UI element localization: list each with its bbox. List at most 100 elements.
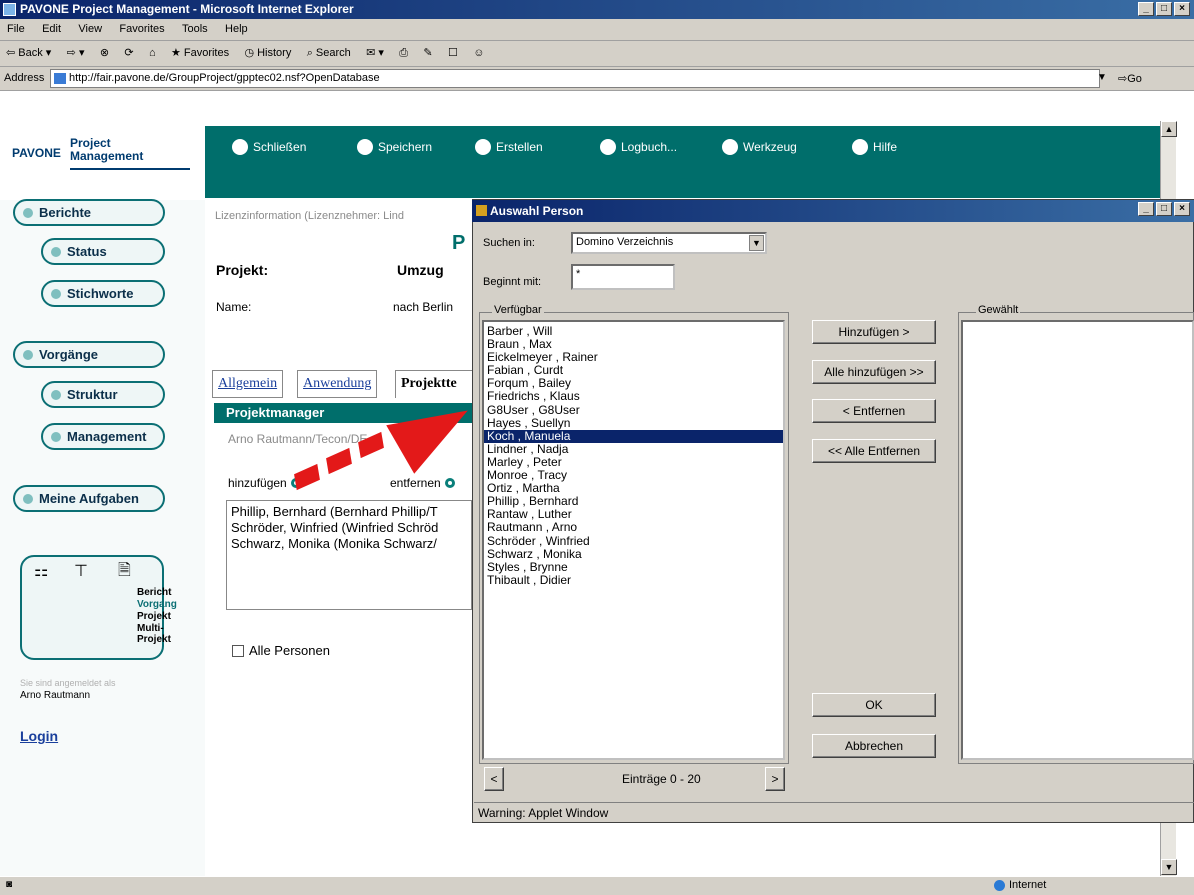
- top-action-bar: [205, 126, 1160, 198]
- dialog-minimize-button[interactable]: _: [1138, 202, 1154, 216]
- nav-stichworte[interactable]: Stichworte: [41, 280, 165, 307]
- menu-view[interactable]: View: [71, 19, 109, 39]
- chevron-down-icon[interactable]: ▼: [749, 235, 764, 251]
- maximize-button[interactable]: □: [1156, 2, 1172, 16]
- ok-button[interactable]: OK: [812, 693, 936, 717]
- minimize-button[interactable]: _: [1138, 2, 1154, 16]
- list-item-selected[interactable]: Koch , Manuela: [484, 429, 783, 443]
- remove-all-button[interactable]: << Alle Entfernen: [812, 439, 936, 463]
- refresh-icon[interactable]: ⟳: [118, 41, 139, 64]
- close-button[interactable]: ×: [1174, 2, 1190, 16]
- edit-icon[interactable]: ✎: [417, 41, 438, 64]
- prev-page-button[interactable]: <: [484, 767, 504, 791]
- forward-button[interactable]: ⇨ ▾: [61, 41, 91, 64]
- back-button[interactable]: ⇦ Back ▾: [0, 41, 57, 64]
- view-projekt[interactable]: Projekt: [137, 611, 171, 622]
- beginnt-input[interactable]: *: [571, 264, 675, 290]
- suchen-select[interactable]: Domino Verzeichnis ▼: [571, 232, 767, 254]
- address-input[interactable]: http://fair.pavone.de/GroupProject/gppte…: [50, 69, 1100, 88]
- werkzeug-button[interactable]: Werkzeug: [722, 139, 797, 155]
- stop-icon[interactable]: ⊗: [94, 41, 115, 64]
- go-button[interactable]: ⇨Go: [1118, 72, 1142, 85]
- cancel-button[interactable]: Abbrechen: [812, 734, 936, 758]
- menu-help[interactable]: Help: [218, 19, 255, 39]
- mail-icon[interactable]: ✉ ▾: [360, 41, 390, 64]
- remove-button[interactable]: < Entfernen: [812, 399, 936, 423]
- add-member-link[interactable]: hinzufügen: [228, 476, 301, 490]
- beginnt-value: *: [576, 268, 581, 280]
- hilfe-button[interactable]: Hilfe: [852, 139, 897, 155]
- view-bericht[interactable]: Bericht: [137, 587, 171, 598]
- list-item[interactable]: Hayes , Suellyn: [484, 416, 783, 430]
- nav-struktur-label: Struktur: [67, 387, 118, 402]
- print-icon[interactable]: ⎙: [393, 42, 414, 65]
- list-item[interactable]: Schwarz , Monika: [484, 547, 783, 561]
- nav-vorgaenge-label: Vorgänge: [39, 347, 98, 362]
- tab-anwendung[interactable]: Anwendung: [297, 370, 378, 398]
- list-item[interactable]: Friedrichs , Klaus: [484, 390, 783, 403]
- alle-personen-option[interactable]: Alle Personen: [232, 643, 330, 658]
- list-item[interactable]: G8User , G8User: [484, 403, 783, 417]
- menu-edit[interactable]: Edit: [35, 19, 68, 39]
- login-link[interactable]: Login: [20, 728, 58, 744]
- structure-view-icon[interactable]: ⊤: [74, 561, 88, 581]
- favorites-button[interactable]: ★ Favorites: [165, 41, 235, 64]
- remove-member-link[interactable]: entfernen: [390, 476, 455, 490]
- dialog-close-button[interactable]: ×: [1174, 202, 1190, 216]
- available-list[interactable]: Barber , Will Braun , Max Eickelmeyer , …: [482, 320, 785, 760]
- list-item[interactable]: Styles , Brynne: [484, 560, 783, 574]
- next-page-button[interactable]: >: [765, 767, 785, 791]
- erstellen-button[interactable]: Erstellen: [475, 139, 543, 155]
- history-button[interactable]: ◷ History: [238, 41, 297, 64]
- dialog-maximize-button[interactable]: □: [1156, 202, 1172, 216]
- logged-in-name: Arno Rautmann: [20, 690, 91, 701]
- tab-allgemein[interactable]: Allgemein: [212, 370, 284, 398]
- menu-file[interactable]: File: [0, 19, 32, 39]
- list-item[interactable]: Thibault , Didier: [484, 573, 783, 587]
- menu-favorites[interactable]: Favorites: [112, 19, 171, 39]
- list-item[interactable]: Schröder, Winfried (Winfried Schröd: [231, 520, 467, 536]
- window-title: PAVONE Project Management - Microsoft In…: [20, 2, 354, 16]
- document-view-icon[interactable]: 🗎: [118, 559, 131, 586]
- add-button[interactable]: Hinzufügen >: [812, 320, 936, 344]
- list-item[interactable]: Phillip, Bernhard (Bernhard Phillip/T: [231, 504, 467, 520]
- projekt-label: Projekt:: [216, 262, 269, 278]
- chosen-list[interactable]: [961, 320, 1194, 760]
- view-vorgang[interactable]: Vorgang: [137, 599, 177, 610]
- logo-product: Project Management: [70, 137, 143, 163]
- list-item[interactable]: Schröder , Winfried: [484, 534, 783, 548]
- speichern-label: Speichern: [378, 140, 433, 154]
- dialog-title-bar: Auswahl Person _ □ ×: [472, 200, 1194, 222]
- scroll-up-icon[interactable]: ▲: [1161, 121, 1177, 137]
- discuss-icon[interactable]: ☐: [442, 41, 464, 64]
- logbuch-button[interactable]: Logbuch...: [600, 139, 677, 155]
- list-item[interactable]: Lindner , Nadja: [484, 442, 783, 456]
- nav-meine-aufgaben[interactable]: Meine Aufgaben: [13, 485, 165, 512]
- search-button[interactable]: ⌕ Search: [301, 42, 357, 65]
- license-info[interactable]: Lizenzinformation (Lizenznehmer: Lind: [215, 210, 404, 222]
- nav-struktur[interactable]: Struktur: [41, 381, 165, 408]
- list-item[interactable]: Rautmann , Arno: [484, 521, 783, 534]
- nav-berichte[interactable]: Berichte: [13, 199, 165, 226]
- logbuch-label: Logbuch...: [621, 140, 678, 154]
- add-all-button[interactable]: Alle hinzufügen >>: [812, 360, 936, 384]
- view-multi-line1[interactable]: Multi-: [137, 623, 164, 634]
- logo-underline: [70, 168, 190, 170]
- nav-management[interactable]: Management: [41, 423, 165, 450]
- list-item[interactable]: Schwarz, Monika (Monika Schwarz/: [231, 536, 467, 552]
- view-multi-line2[interactable]: Projekt: [137, 634, 171, 645]
- dialog-title: Auswahl Person: [490, 204, 584, 218]
- scroll-down-icon[interactable]: ▼: [1161, 859, 1177, 875]
- home-icon[interactable]: ⌂: [143, 42, 162, 64]
- schliessen-button[interactable]: Schließen: [232, 139, 306, 155]
- alle-personen-checkbox[interactable]: [232, 644, 244, 657]
- menu-tools[interactable]: Tools: [175, 19, 215, 39]
- report-view-icon[interactable]: ⚏: [34, 561, 48, 581]
- nav-status[interactable]: Status: [41, 238, 165, 265]
- nav-vorgaenge[interactable]: Vorgänge: [13, 341, 165, 368]
- team-member-list[interactable]: Phillip, Bernhard (Bernhard Phillip/T Sc…: [226, 500, 472, 610]
- tab-projektteam[interactable]: Projektte: [395, 370, 475, 398]
- address-dropdown-icon[interactable]: ▼: [1097, 72, 1107, 83]
- speichern-button[interactable]: Speichern: [357, 139, 432, 155]
- messenger-icon[interactable]: ☺: [467, 42, 490, 64]
